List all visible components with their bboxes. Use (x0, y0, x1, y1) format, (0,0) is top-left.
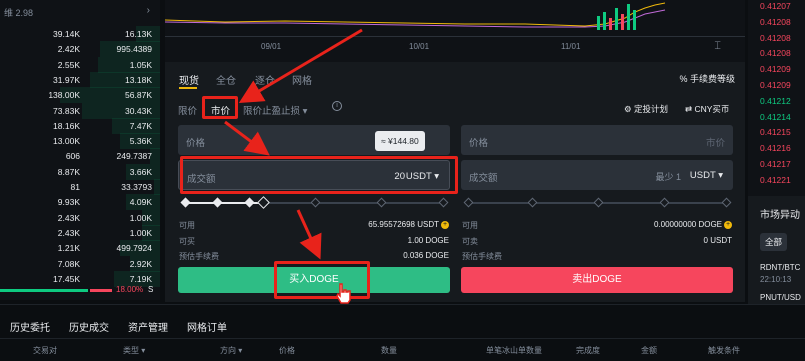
arrow-to-amount-field (224, 120, 270, 156)
arrow-to-buy-button (296, 209, 322, 260)
hand-cursor-icon (336, 283, 351, 304)
arrow-to-market-tab (238, 28, 363, 104)
annotation-arrows (224, 28, 363, 260)
